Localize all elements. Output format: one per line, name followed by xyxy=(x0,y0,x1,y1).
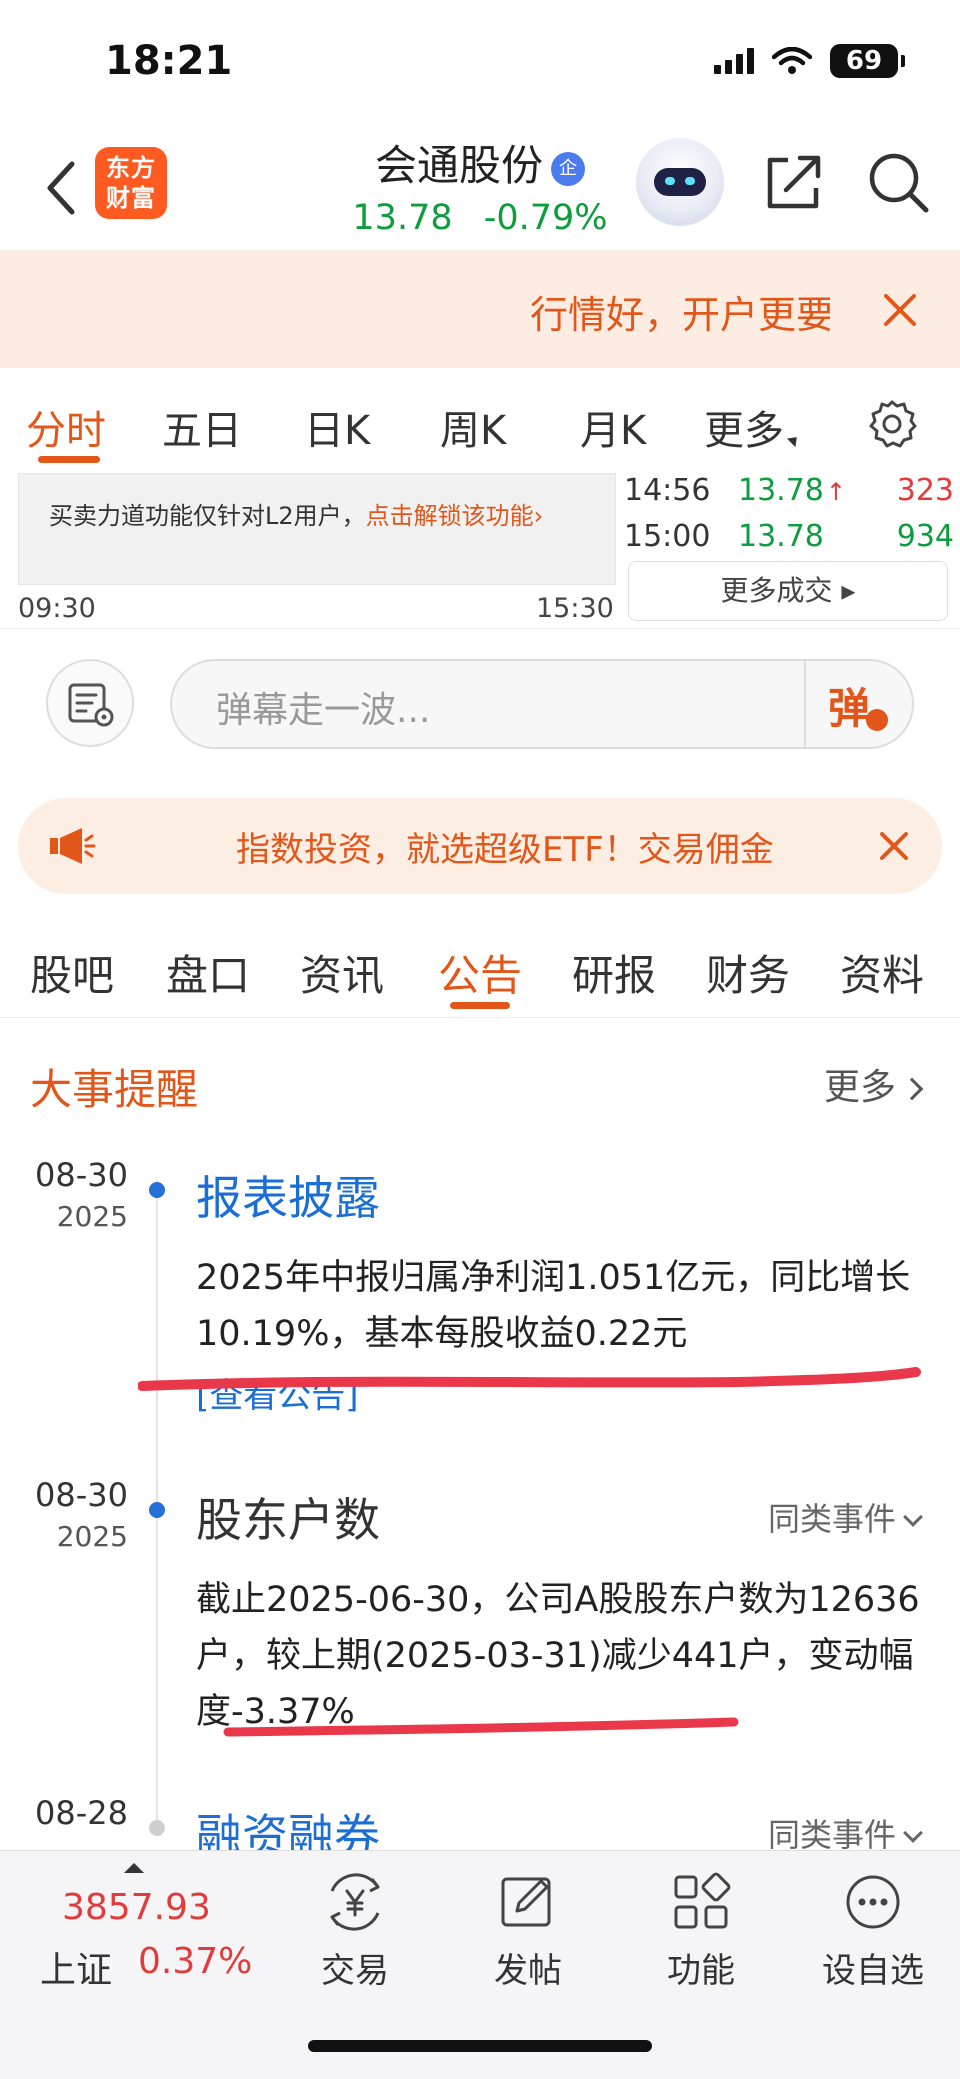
tab-profile[interactable]: 资料 xyxy=(840,942,924,1003)
events-more-link[interactable]: 更多 xyxy=(824,1058,924,1110)
ai-assistant-robot-icon[interactable] xyxy=(636,138,724,226)
tab-order-book[interactable]: 盘口 xyxy=(166,942,250,1003)
tab-forum[interactable]: 股吧 xyxy=(30,942,114,1003)
timeline-dot xyxy=(149,1182,165,1198)
tab-news[interactable]: 资讯 xyxy=(300,942,384,1003)
stock-price: 13.78 xyxy=(352,198,453,238)
chevron-down-icon xyxy=(903,1823,923,1843)
home-indicator xyxy=(308,2040,652,2052)
grid-apps-icon xyxy=(674,1872,731,1929)
status-bar: 18:21 69 xyxy=(0,0,960,120)
chart-lock-panel: 买卖力道功能仅针对L2用户，点击解锁该功能› xyxy=(18,473,616,585)
promo-banner[interactable]: 行情好，开户更要 xyxy=(0,250,960,368)
tab-finance[interactable]: 财务 xyxy=(706,942,790,1003)
trade-row: 14:56 13.78↑ 323 xyxy=(624,473,954,508)
more-trades-button[interactable]: 更多成交 ▸ xyxy=(628,561,948,621)
cellular-signal-icon xyxy=(714,48,754,74)
unlock-link[interactable]: 点击解锁该功能 xyxy=(366,502,534,530)
nav-add-watchlist[interactable]: 设自选 xyxy=(808,1871,938,1992)
index-value: 3857.93 xyxy=(62,1887,211,1928)
gear-icon[interactable] xyxy=(866,398,918,450)
chart-time-start: 09:30 xyxy=(18,593,96,624)
events-header: 大事提醒 更多 xyxy=(0,1018,960,1138)
similar-events-button[interactable]: 同类事件 xyxy=(768,1494,923,1540)
index-name: 上证 xyxy=(40,1950,113,1991)
close-icon[interactable] xyxy=(880,290,920,330)
tab-daily-k[interactable]: 日K xyxy=(304,398,370,456)
tab-five-day[interactable]: 五日 xyxy=(162,398,242,456)
etf-ad-text: 指数投资，就选超级ETF！交易佣金 xyxy=(236,830,774,870)
status-icons: 69 xyxy=(714,44,905,78)
danmaku-settings-button[interactable] xyxy=(46,659,134,747)
close-icon[interactable] xyxy=(874,826,914,866)
chevron-right-icon xyxy=(900,1077,924,1101)
section-tabs: 股吧 盘口 资讯 公告 研报 财务 资料 xyxy=(0,912,960,1018)
danmaku-placeholder: 弹幕走一波... xyxy=(216,690,431,731)
nav-functions[interactable]: 功能 xyxy=(636,1871,766,1992)
index-change-pct: 0.37% xyxy=(138,1941,253,1982)
tab-intraday[interactable]: 分时 xyxy=(26,398,106,456)
chart-period-tabs: 分时 五日 日K 周K 月K 更多 xyxy=(0,368,960,473)
event-date: 08-30 xyxy=(35,1156,128,1194)
trade-row: 15:00 13.78 934 xyxy=(624,519,954,554)
highlight-underline-mark xyxy=(223,1717,739,1737)
tab-announcements[interactable]: 公告 xyxy=(438,942,522,1003)
event-year: 2025 xyxy=(56,1200,128,1233)
promo-text: 行情好，开户更要 xyxy=(530,293,830,337)
tab-more[interactable]: 更多 xyxy=(704,398,802,456)
stock-header: 东方 财富 会通股份企 13.78 -0.79% xyxy=(0,120,960,250)
nav-post[interactable]: 发帖 xyxy=(463,1871,593,1992)
stock-change-pct: -0.79% xyxy=(483,198,608,238)
chart-area: 买卖力道功能仅针对L2用户，点击解锁该功能› 09:30 15:30 14:56… xyxy=(0,473,960,628)
event-date: 08-28 xyxy=(35,1794,128,1832)
check-badge-icon xyxy=(866,709,888,731)
tab-weekly-k[interactable]: 周K xyxy=(440,398,506,456)
share-icon[interactable] xyxy=(762,150,826,214)
edit-icon xyxy=(501,1877,551,1927)
event-body: 2025年中报归属净利润1.051亿元，同比增长10.19%，基本每股收益0.2… xyxy=(196,1258,911,1354)
battery-icon: 69 xyxy=(830,44,905,78)
up-arrow-icon: ↑ xyxy=(825,478,846,506)
event-title: 股东户数 xyxy=(196,1493,380,1547)
tab-monthly-k[interactable]: 月K xyxy=(580,398,646,456)
nav-trade[interactable]: 交易 xyxy=(290,1871,420,1992)
index-ticker[interactable]: 3857.93 上证 0.37% xyxy=(0,1851,270,2001)
danmaku-input[interactable]: 弹幕走一波... 弹 xyxy=(170,659,914,749)
status-time: 18:21 xyxy=(105,38,233,84)
more-triangle-icon xyxy=(786,432,802,448)
chevron-down-icon xyxy=(903,1507,923,1527)
events-title: 大事提醒 xyxy=(30,1065,199,1114)
search-icon[interactable] xyxy=(866,150,930,214)
etf-ad-banner[interactable]: 指数投资，就选超级ETF！交易佣金 xyxy=(18,798,942,894)
megaphone-icon xyxy=(50,828,96,864)
chevron-right-icon: › xyxy=(533,502,544,530)
active-tab-indicator xyxy=(450,1002,510,1009)
event-year: 2025 xyxy=(56,1520,128,1553)
active-tab-indicator xyxy=(38,456,100,463)
danmaku-settings-icon xyxy=(68,683,114,727)
danmaku-send-button[interactable]: 弹 xyxy=(804,659,912,749)
timeline-dot xyxy=(149,1820,165,1836)
highlight-underline-mark xyxy=(138,1367,921,1391)
tab-research[interactable]: 研报 xyxy=(572,942,656,1003)
wifi-icon xyxy=(772,47,812,74)
event-title[interactable]: 报表披露 xyxy=(196,1162,380,1228)
more-dots-icon xyxy=(846,1875,900,1929)
enterprise-badge: 企 xyxy=(551,151,585,186)
danmaku-bar: 弹幕走一波... 弹 xyxy=(0,628,960,778)
caret-up-icon xyxy=(124,1863,144,1873)
chart-time-end: 15:30 xyxy=(536,593,614,624)
timeline-dot xyxy=(149,1502,165,1518)
chart-lock-message: 买卖力道功能仅针对L2用户， xyxy=(49,502,366,530)
yen-exchange-icon xyxy=(330,1873,380,1931)
event-date: 08-30 xyxy=(35,1476,128,1514)
